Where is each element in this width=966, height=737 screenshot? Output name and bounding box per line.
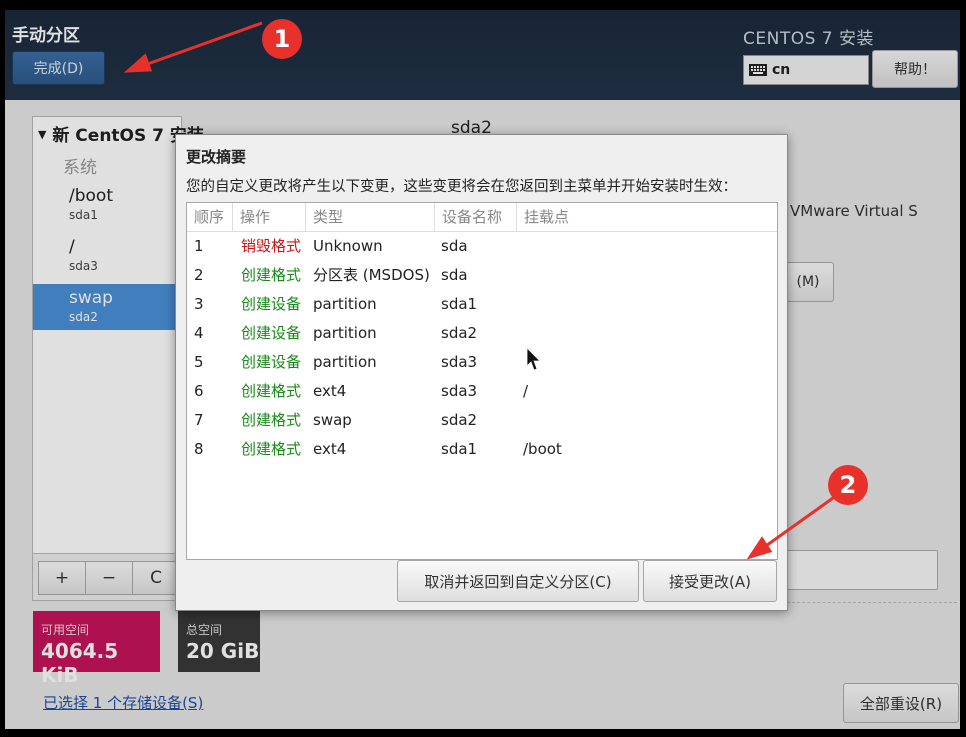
annotation-arrow-2 [762,496,834,550]
annotation-arrowhead-2 [746,536,773,560]
mouse-cursor-icon [526,347,541,371]
annotation-arrow-1 [141,21,263,68]
annotation-badge-1: 1 [262,19,302,59]
annotation-arrowhead-1 [123,53,153,73]
annotation-badge-2: 2 [828,465,868,505]
annotation-arrows [123,21,834,560]
